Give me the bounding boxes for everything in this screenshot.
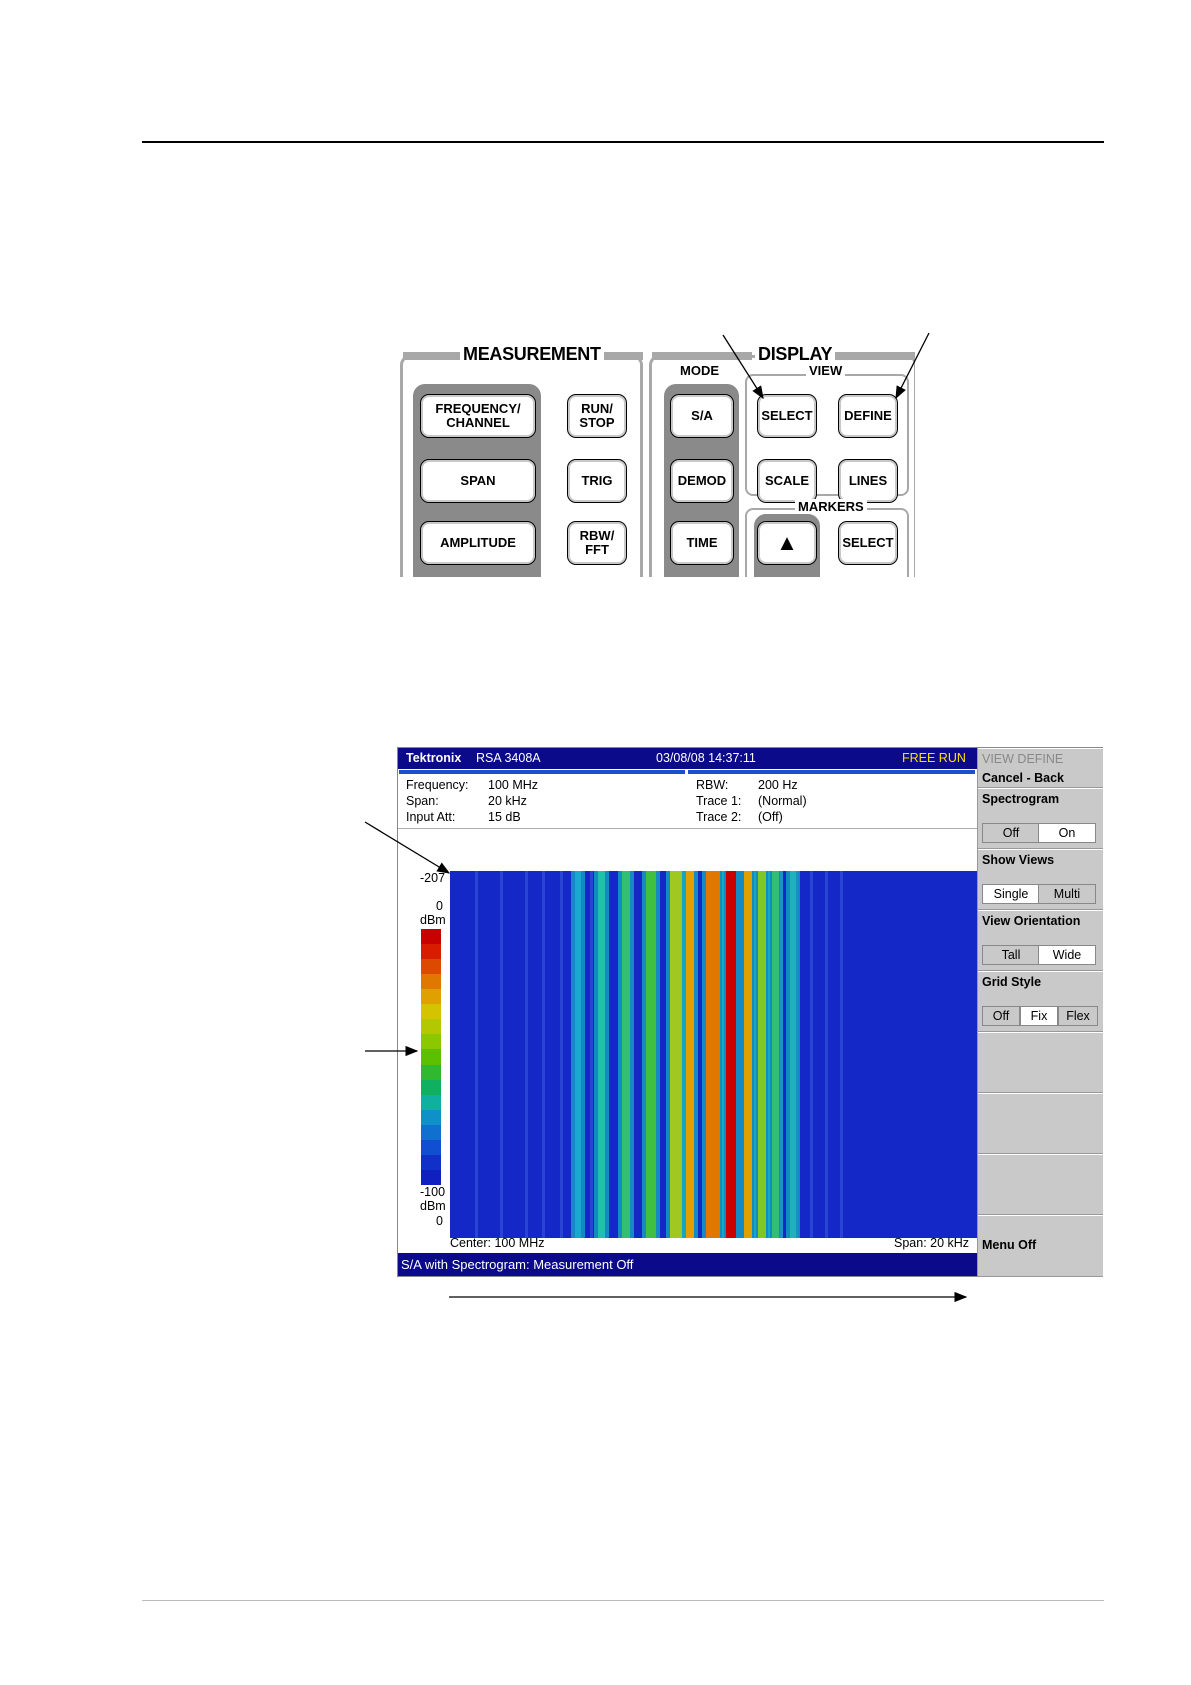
spectrogram-top-arrow xyxy=(364,821,451,874)
select-key-arrow xyxy=(722,334,764,400)
footer-rule xyxy=(142,1600,1104,1601)
define-key-arrow xyxy=(895,332,930,400)
callout-arrows xyxy=(364,332,968,1303)
